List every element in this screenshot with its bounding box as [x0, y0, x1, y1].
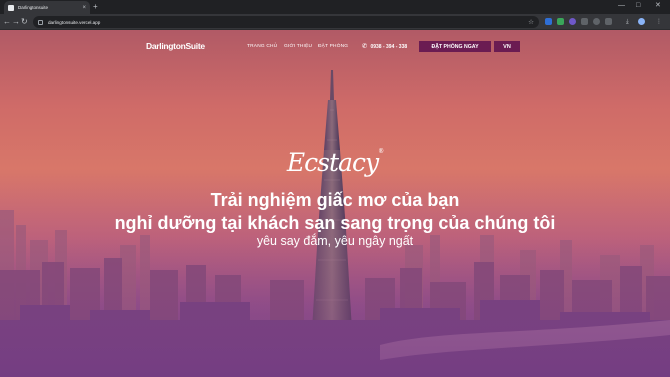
site-info-icon[interactable] [38, 19, 43, 25]
extension-translate-icon[interactable] [545, 18, 552, 25]
hero-brand: Ecstacy® [0, 148, 670, 177]
language-button[interactable]: VN [494, 41, 520, 52]
registered-mark: ® [378, 148, 384, 155]
phone-icon: ✆ [362, 43, 368, 50]
tab-title: Darlingtonsuite [18, 5, 49, 10]
extensions-puzzle-icon[interactable] [605, 18, 612, 25]
browser-tab[interactable]: Darlingtonsuite × [4, 1, 90, 14]
page-viewport: DarlingtonSuite TRANG CHỦ GIỚI THIỆU ĐẶT… [0, 30, 670, 377]
url-text: darlingtonsuite.vercel.app [48, 19, 101, 25]
forward-icon[interactable]: → [12, 16, 20, 28]
phone-contact[interactable]: ✆ 0938 - 394 - 338 [362, 43, 407, 50]
browser-toolbar: ← → ↻ darlingtonsuite.vercel.app ☆ ⤓ ⋮ [0, 14, 670, 30]
extension-sync-icon[interactable] [593, 18, 600, 25]
extension-shield-icon[interactable] [557, 18, 564, 25]
favicon-icon [8, 4, 14, 11]
book-now-button[interactable]: ĐẶT PHÒNG NGAY [419, 41, 491, 52]
site-logo[interactable]: DarlingtonSuite [146, 41, 205, 51]
minimize-icon[interactable]: — [618, 1, 625, 11]
extension-circle-icon[interactable] [569, 18, 576, 25]
nav-booking[interactable]: ĐẶT PHÒNG [318, 44, 348, 49]
nav-home[interactable]: TRANG CHỦ [247, 44, 277, 49]
menu-icon[interactable]: ⋮ [656, 17, 662, 27]
hero-subline: yêu say đắm, yêu ngây ngất [256, 234, 414, 248]
maximize-icon[interactable]: □ [636, 1, 640, 11]
download-icon[interactable]: ⤓ [626, 17, 629, 27]
window-close-icon[interactable]: ✕ [655, 1, 661, 11]
tab-close-icon[interactable]: × [82, 5, 86, 11]
hero-headline-line2: nghỉ dưỡng tại khách sạn sang trọng của … [114, 213, 556, 233]
tab-strip: Darlingtonsuite × + — □ ✕ [0, 0, 670, 14]
hero-headline-line1: Trải nghiệm giấc mơ của bạn [210, 190, 460, 210]
profile-icon[interactable] [638, 18, 645, 25]
back-icon[interactable]: ← [3, 16, 11, 28]
new-tab-button[interactable]: + [93, 2, 98, 12]
address-bar[interactable]: darlingtonsuite.vercel.app ☆ [33, 16, 539, 28]
brand-name: Ecstacy [286, 148, 379, 177]
star-icon[interactable]: ☆ [528, 18, 534, 26]
extension-grid-icon[interactable] [581, 18, 588, 25]
reload-icon[interactable]: ↻ [21, 16, 28, 28]
nav-about[interactable]: GIỚI THIỆU [284, 44, 312, 49]
site-header: DarlingtonSuite TRANG CHỦ GIỚI THIỆU ĐẶT… [0, 30, 670, 66]
phone-number: 0938 - 394 - 338 [370, 43, 408, 50]
